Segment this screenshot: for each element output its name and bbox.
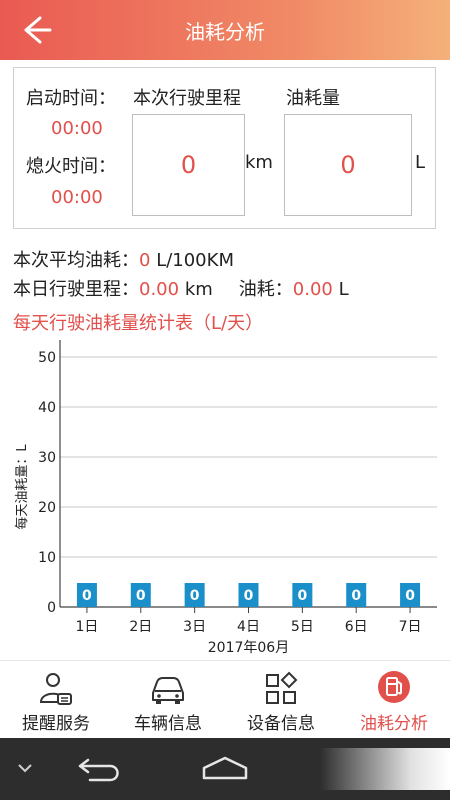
bar-value-label: 0 — [82, 588, 92, 604]
bar-value-label: 0 — [297, 588, 307, 604]
y-tick-label: 50 — [38, 350, 56, 366]
x-tick-label: 2日 — [129, 619, 152, 635]
fuel-pump-icon — [378, 671, 410, 703]
trip-mileage-unit: km — [245, 152, 273, 173]
nav-item-device[interactable]: 设备信息 — [225, 661, 337, 739]
trip-mileage-box: 0 — [132, 114, 245, 216]
daily-fuel-unit: L — [338, 279, 349, 300]
trip-summary-panel: 启动时间： 00:00 熄火时间： 00:00 本次行驶里程 0 km 油耗量 … — [13, 67, 436, 229]
system-home-icon[interactable] — [198, 754, 252, 784]
x-axis-label: 2017年06月 — [208, 640, 289, 656]
daily-mileage-unit: km — [184, 279, 213, 300]
bar-value-label: 0 — [351, 588, 361, 604]
average-consumption-row: 本次平均油耗：0 L/100KM — [13, 246, 234, 272]
fuel-amount-box: 0 — [284, 114, 412, 216]
bottom-nav: 提醒服务 车辆信息 设备信息 油耗分析 — [0, 660, 450, 739]
x-tick-label: 4日 — [237, 619, 260, 635]
page-title: 油耗分析 — [185, 20, 265, 44]
daily-stats-row: 本日行驶里程：0.00 km 油耗：0.00 L — [13, 275, 349, 301]
nav-item-reminder[interactable]: 提醒服务 — [0, 661, 112, 739]
start-time-label: 启动时间： — [26, 88, 116, 109]
y-tick-label: 40 — [38, 400, 56, 416]
bar-value-label: 0 — [405, 588, 415, 604]
daily-fuel-label: 油耗： — [238, 279, 293, 300]
x-tick-label: 3日 — [183, 619, 206, 635]
bar-value-label: 0 — [190, 588, 200, 604]
fuel-amount-value: 0 — [340, 151, 356, 179]
nav-label-device: 设备信息 — [247, 714, 315, 734]
system-nav-bar — [0, 738, 450, 800]
fuel-amount-unit: L — [415, 152, 426, 173]
daily-mileage-value: 0.00 — [139, 279, 180, 300]
daily-fuel-chart: 0 10 20 30 40 50 每天油耗量：L 0 1日 0 2日 0 3日 0 4日 0 5日 0 6日 0 7日 2… — [14, 340, 437, 656]
daily-mileage-label: 本日行驶里程： — [13, 279, 139, 300]
stop-time-label: 熄火时间： — [26, 156, 116, 177]
average-consumption-label: 本次平均油耗： — [13, 250, 139, 271]
trip-mileage-label: 本次行驶里程 — [133, 88, 241, 109]
system-back-icon[interactable] — [76, 754, 126, 784]
nav-label-reminder: 提醒服务 — [22, 714, 90, 734]
start-time-value: 00:00 — [51, 118, 103, 139]
daily-fuel-value: 0.00 — [292, 279, 333, 300]
nav-label-vehicle: 车辆信息 — [134, 714, 202, 734]
y-tick-label: 10 — [38, 550, 56, 566]
y-tick-label: 20 — [38, 500, 56, 516]
bar-value-label: 0 — [244, 588, 254, 604]
x-tick-label: 5日 — [291, 619, 314, 635]
fuel-amount-label: 油耗量 — [286, 88, 340, 109]
trip-mileage-value: 0 — [180, 151, 197, 179]
person-card-icon — [39, 673, 72, 705]
device-grid-icon — [266, 671, 298, 704]
chart-section-title: 每天行驶油耗量统计表（L/天） — [13, 313, 264, 334]
y-axis-label: 每天油耗量：L — [14, 444, 30, 530]
nav-item-vehicle[interactable]: 车辆信息 — [112, 661, 224, 739]
collapse-chevron-icon[interactable] — [14, 760, 36, 776]
x-tick-label: 7日 — [399, 619, 422, 635]
average-consumption-unit: L/100KM — [156, 250, 234, 271]
x-tick-label: 1日 — [75, 619, 98, 635]
bar-value-label: 0 — [136, 588, 146, 604]
app-header: 油耗分析 — [0, 0, 450, 60]
stop-time-value: 00:00 — [51, 187, 103, 208]
nav-item-fuel[interactable]: 油耗分析 — [338, 661, 450, 739]
y-tick-label: 30 — [38, 450, 56, 466]
nav-label-fuel: 油耗分析 — [360, 714, 428, 734]
y-tick-label: 0 — [47, 600, 56, 616]
recent-apps-area[interactable] — [320, 748, 450, 790]
car-icon — [152, 677, 184, 704]
x-tick-label: 6日 — [345, 619, 368, 635]
average-consumption-value: 0 — [139, 250, 151, 271]
